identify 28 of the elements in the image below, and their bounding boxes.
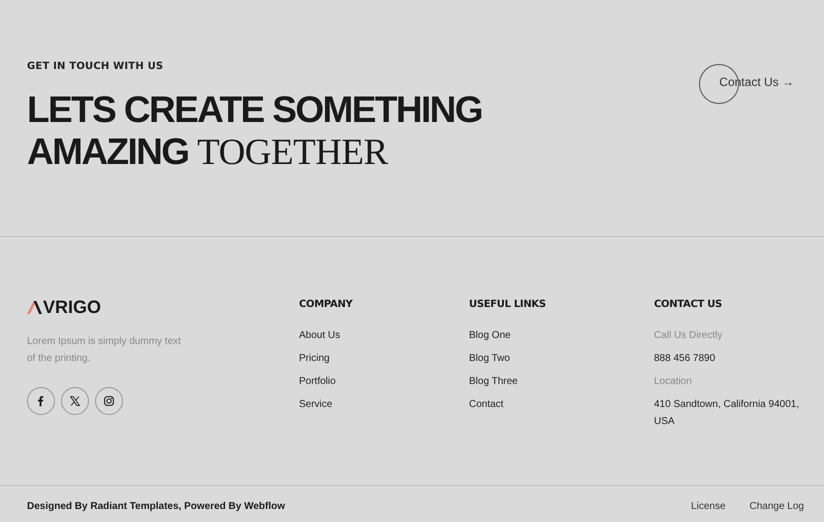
brand-logo: VRIGO (43, 299, 102, 315)
footer-link[interactable]: Blog One (469, 324, 654, 347)
logo-mark-icon (27, 300, 42, 314)
facebook-button[interactable] (27, 387, 55, 415)
footer-link[interactable]: Pricing (299, 347, 469, 370)
x-icon (68, 394, 82, 408)
column-heading: COMPANY (299, 299, 354, 311)
footer-link[interactable]: Service (299, 393, 469, 416)
section-eyebrow: GET IN TOUCH WITH US (27, 61, 164, 72)
brand-tagline: Lorem Ipsum is simply dummy text of the printing. (27, 335, 182, 366)
contact-value: 888 456 7890 (654, 352, 716, 366)
footer-link[interactable]: Blog Two (469, 347, 654, 370)
headline: LETS CREATE SOMETHING AMAZING TOGETHER (27, 89, 482, 174)
footer-link[interactable]: Portfolio (299, 370, 469, 393)
instagram-icon (102, 394, 116, 408)
credit-text: Designed By Radiant Templates, Powered By Webflow (27, 500, 286, 512)
footer-link[interactable]: About Us (299, 324, 469, 347)
footer-link[interactable]: License (691, 500, 726, 512)
column-heading: USEFUL LINKS (469, 299, 547, 311)
footer-link[interactable]: Contact (469, 393, 654, 416)
contact-label: Call Us Directly (654, 329, 724, 343)
instagram-button[interactable] (95, 387, 123, 415)
column-heading: CONTACT US (654, 299, 723, 311)
footer-link[interactable]: Blog Three (469, 370, 654, 393)
x-button[interactable] (61, 387, 89, 415)
contact-value: 410 Sandtown, California 94001, USA (654, 398, 800, 429)
footer-link[interactable]: Change Log (750, 500, 804, 512)
contact-label: Location (654, 375, 693, 389)
